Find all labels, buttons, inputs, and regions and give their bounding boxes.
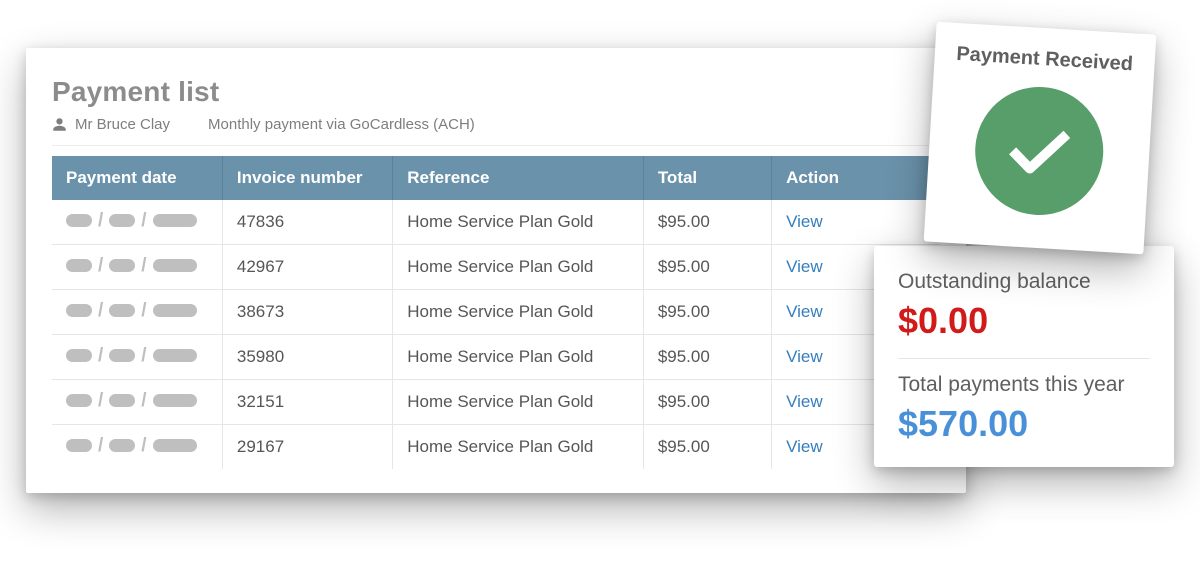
cell-total: $95.00 <box>643 200 771 245</box>
user-name: Mr Bruce Clay <box>75 116 170 133</box>
cell-payment-date: // <box>52 290 222 335</box>
redacted-date: // <box>66 259 197 272</box>
cell-total: $95.00 <box>643 425 771 470</box>
view-link[interactable]: View <box>786 302 823 321</box>
cell-invoice-number: 29167 <box>222 425 392 470</box>
payments-table: Payment date Invoice number Reference To… <box>52 156 940 469</box>
page-title: Payment list <box>52 76 940 108</box>
cell-payment-date: // <box>52 245 222 290</box>
col-header-invoice: Invoice number <box>222 156 392 200</box>
cell-reference: Home Service Plan Gold <box>393 380 644 425</box>
redacted-date: // <box>66 214 197 227</box>
table-row: // 32151Home Service Plan Gold$95.00 View <box>52 380 940 425</box>
summary-card: Outstanding balance $0.00 Total payments… <box>874 246 1174 467</box>
redacted-date: // <box>66 439 197 452</box>
cell-reference: Home Service Plan Gold <box>393 290 644 335</box>
cell-invoice-number: 38673 <box>222 290 392 335</box>
view-link[interactable]: View <box>786 392 823 411</box>
payment-received-card: Payment Received <box>924 22 1157 255</box>
total-payments-value: $570.00 <box>898 403 1150 445</box>
cell-total: $95.00 <box>643 380 771 425</box>
view-link[interactable]: View <box>786 212 823 231</box>
table-row: // 35980Home Service Plan Gold$95.00 View <box>52 335 940 380</box>
table-row: // 29167Home Service Plan Gold$95.00 View <box>52 425 940 470</box>
cell-payment-date: // <box>52 335 222 380</box>
outstanding-balance-label: Outstanding balance <box>898 270 1150 294</box>
payment-method-label: Monthly payment via GoCardless (ACH) <box>208 116 475 133</box>
cell-total: $95.00 <box>643 245 771 290</box>
view-link[interactable]: View <box>786 437 823 456</box>
col-header-action: Action <box>772 156 940 200</box>
panel-meta: Mr Bruce Clay Monthly payment via GoCard… <box>52 116 940 146</box>
table-row: // 38673Home Service Plan Gold$95.00 View <box>52 290 940 335</box>
cell-reference: Home Service Plan Gold <box>393 200 644 245</box>
total-payments-label: Total payments this year <box>898 373 1150 397</box>
cell-payment-date: // <box>52 380 222 425</box>
cell-action: View <box>772 200 940 245</box>
col-header-total: Total <box>643 156 771 200</box>
cell-total: $95.00 <box>643 290 771 335</box>
user-icon <box>52 117 67 132</box>
cell-reference: Home Service Plan Gold <box>393 335 644 380</box>
user-chip: Mr Bruce Clay <box>52 116 170 133</box>
table-row: // 47836Home Service Plan Gold$95.00 View <box>52 200 940 245</box>
redacted-date: // <box>66 394 197 407</box>
view-link[interactable]: View <box>786 257 823 276</box>
table-header-row: Payment date Invoice number Reference To… <box>52 156 940 200</box>
cell-total: $95.00 <box>643 335 771 380</box>
col-header-date: Payment date <box>52 156 222 200</box>
cell-invoice-number: 32151 <box>222 380 392 425</box>
cell-payment-date: // <box>52 425 222 470</box>
cell-payment-date: // <box>52 200 222 245</box>
redacted-date: // <box>66 349 197 362</box>
payment-received-title: Payment Received <box>948 42 1141 76</box>
payment-list-panel: Payment list Mr Bruce Clay Monthly payme… <box>26 48 966 493</box>
cell-invoice-number: 35980 <box>222 335 392 380</box>
cell-reference: Home Service Plan Gold <box>393 425 644 470</box>
outstanding-balance-value: $0.00 <box>898 300 1150 342</box>
divider <box>898 358 1150 359</box>
col-header-reference: Reference <box>393 156 644 200</box>
cell-invoice-number: 42967 <box>222 245 392 290</box>
table-row: // 42967Home Service Plan Gold$95.00 View <box>52 245 940 290</box>
cell-invoice-number: 47836 <box>222 200 392 245</box>
redacted-date: // <box>66 304 197 317</box>
check-icon <box>972 83 1107 218</box>
cell-reference: Home Service Plan Gold <box>393 245 644 290</box>
view-link[interactable]: View <box>786 347 823 366</box>
